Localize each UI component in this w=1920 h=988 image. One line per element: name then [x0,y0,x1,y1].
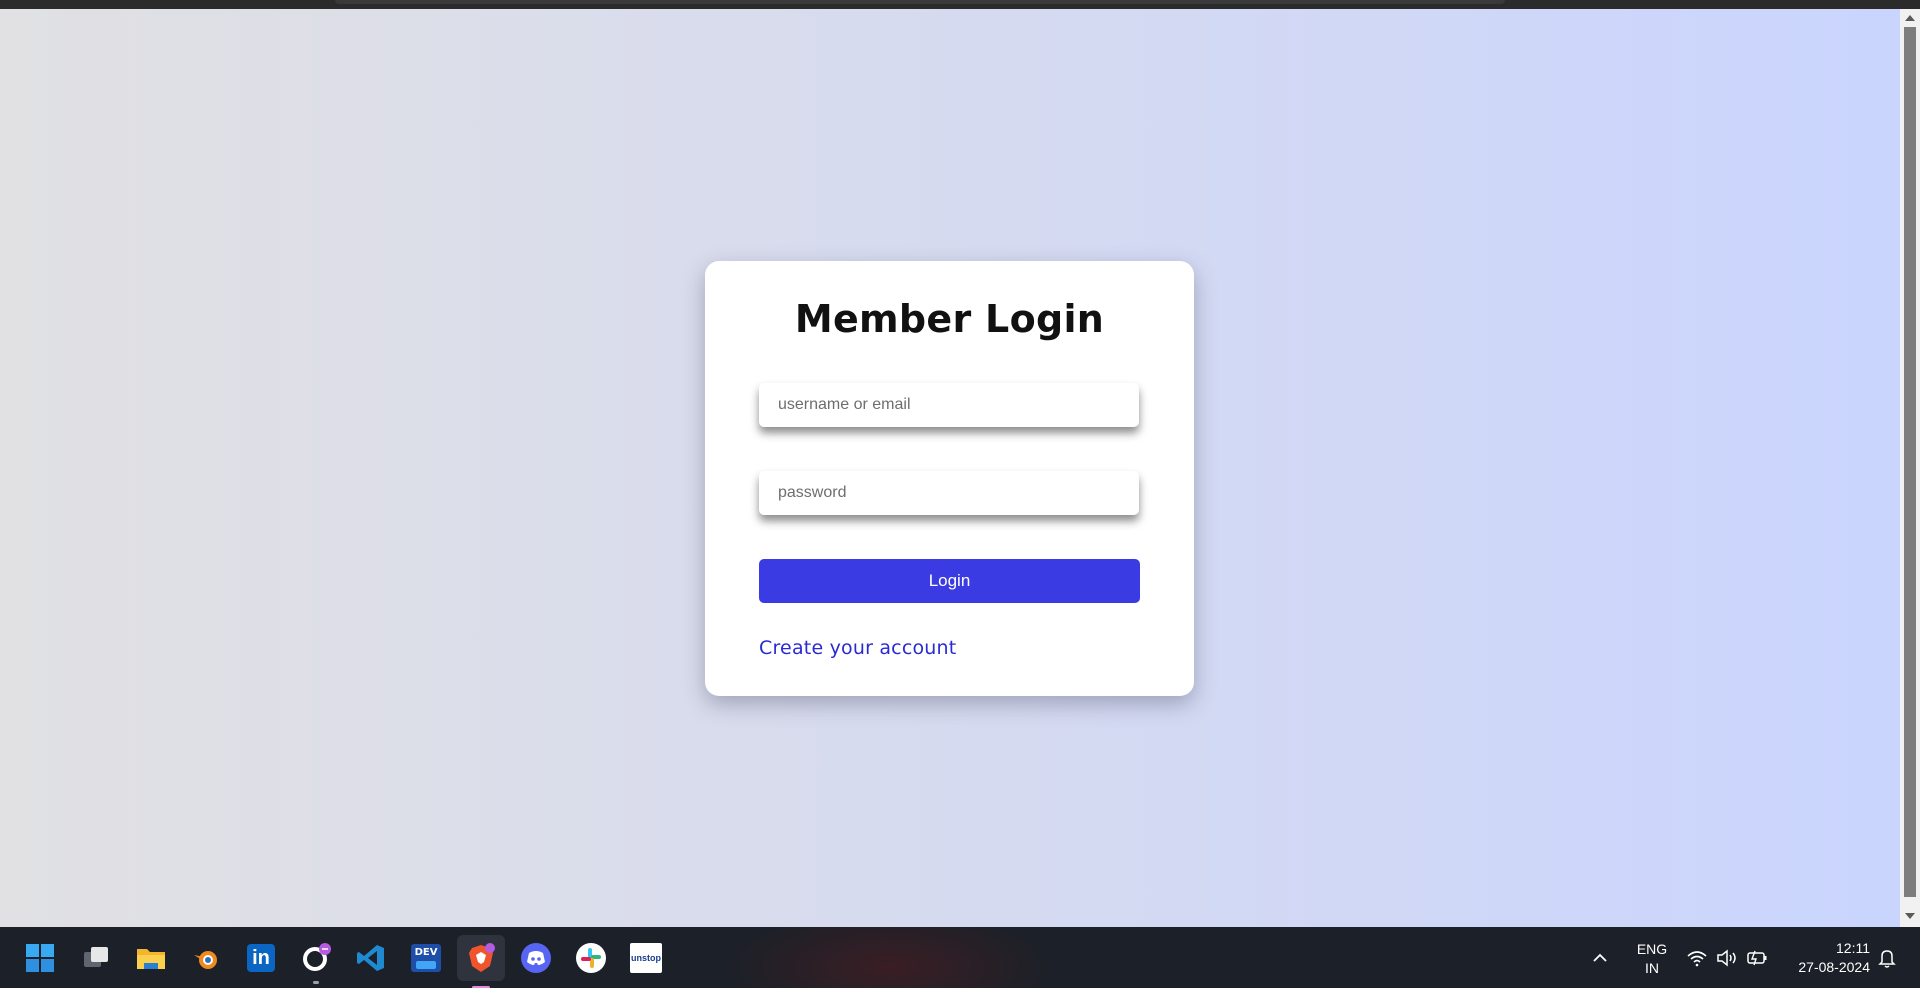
username-input[interactable] [759,383,1139,427]
running-indicator [313,981,319,984]
unstop-label: unstop [630,943,662,973]
slack-icon[interactable] [573,940,609,976]
dev-home-label: DEV [414,947,438,958]
blender-icon[interactable] [188,940,224,976]
task-view-icon[interactable] [78,940,114,976]
dev-home-icon[interactable]: DEV [408,940,444,976]
vertical-scrollbar[interactable] [1900,9,1920,927]
taskbar: in DEV unstop ENG IN 12:11 27-08-2024 [0,927,1920,988]
language-region: IN [1645,960,1659,976]
linkedin-label: in [247,944,275,972]
login-button[interactable]: Login [759,559,1140,603]
system-clock[interactable]: 12:11 27-08-2024 [1780,939,1870,977]
language-indicator[interactable]: ENG IN [1632,940,1672,978]
scroll-thumb[interactable] [1904,27,1916,897]
bell-icon[interactable] [1872,940,1902,976]
discord-icon[interactable] [518,940,554,976]
battery-charging-icon[interactable] [1742,940,1772,976]
volume-icon[interactable] [1712,940,1742,976]
folder-icon[interactable] [133,940,169,976]
browser-top-strip [0,0,1920,9]
password-input[interactable] [759,471,1139,515]
windows-start-icon[interactable] [22,940,58,976]
brave-browser-icon[interactable] [457,935,505,988]
page-title: Member Login [794,297,1105,341]
unstop-icon[interactable]: unstop [628,940,664,976]
scroll-up-arrow-icon[interactable] [1905,15,1915,21]
language-code: ENG [1636,941,1668,957]
browser-tab-strip-hint [335,0,1505,4]
chevron-up-icon[interactable] [1585,940,1615,976]
clock-date: 27-08-2024 [1798,959,1870,975]
scroll-down-arrow-icon[interactable] [1905,913,1915,919]
login-card: Member Login Login Create your account [705,261,1194,696]
github-icon[interactable] [298,940,334,984]
create-account-link[interactable]: Create your account [759,637,956,659]
page-viewport: Member Login Login Create your account [0,9,1900,927]
dev-home-graphic [416,961,436,969]
clock-time: 12:11 [1836,940,1870,956]
vscode-icon[interactable] [353,940,389,976]
linkedin-icon[interactable]: in [243,940,279,976]
wifi-icon[interactable] [1682,940,1712,976]
